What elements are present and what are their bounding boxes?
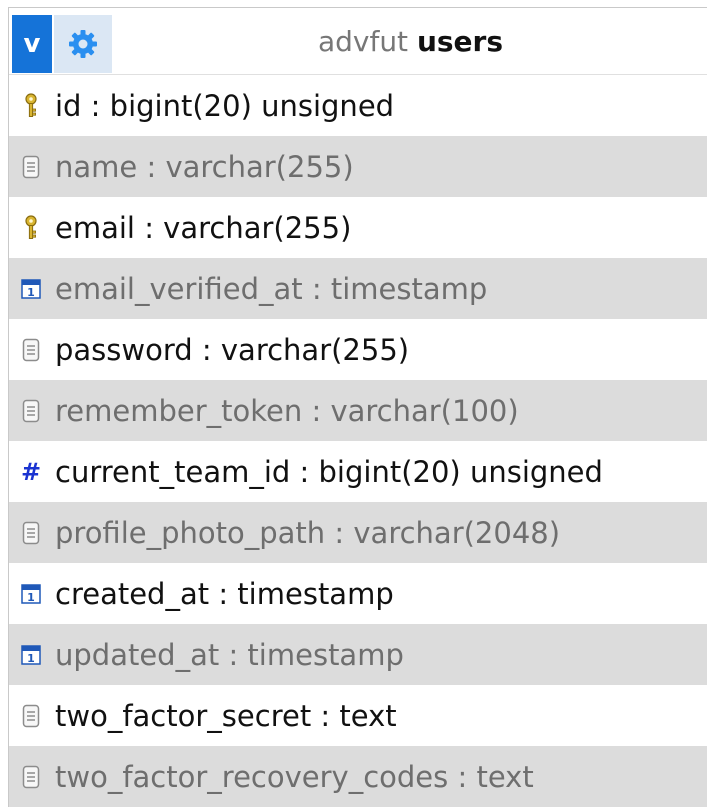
- column-row[interactable]: # current_team_id : bigint(20) unsigned: [9, 441, 707, 502]
- text-field-icon: [15, 518, 47, 548]
- column-label: name : varchar(255): [55, 149, 354, 184]
- column-label: two_factor_secret : text: [55, 698, 397, 733]
- table-card: v advfut users id : bigint(20) unsigned …: [8, 7, 707, 807]
- column-row[interactable]: two_factor_secret : text: [9, 685, 707, 746]
- column-row[interactable]: 1 email_verified_at : timestamp: [9, 258, 707, 319]
- column-label: updated_at : timestamp: [55, 637, 404, 672]
- table-header: v advfut users: [9, 8, 707, 75]
- column-label: email_verified_at : timestamp: [55, 271, 488, 306]
- column-label: profile_photo_path : varchar(2048): [55, 515, 561, 550]
- calendar-icon: 1: [15, 640, 47, 670]
- column-row[interactable]: email : varchar(255): [9, 197, 707, 258]
- text-field-icon: [15, 762, 47, 792]
- column-row[interactable]: name : varchar(255): [9, 136, 707, 197]
- column-label: two_factor_recovery_codes : text: [55, 759, 534, 794]
- settings-button[interactable]: [54, 15, 112, 73]
- column-row[interactable]: two_factor_recovery_codes : text: [9, 746, 707, 807]
- column-row[interactable]: id : bigint(20) unsigned: [9, 75, 707, 136]
- column-label: remember_token : varchar(100): [55, 393, 519, 428]
- column-row[interactable]: remember_token : varchar(100): [9, 380, 707, 441]
- view-button[interactable]: v: [12, 15, 52, 73]
- database-name: advfut: [317, 25, 409, 58]
- column-label: created_at : timestamp: [55, 576, 394, 611]
- column-label: current_team_id : bigint(20) unsigned: [55, 454, 603, 489]
- column-label: password : varchar(255): [55, 332, 410, 367]
- calendar-icon: 1: [15, 579, 47, 609]
- svg-text:1: 1: [27, 286, 35, 299]
- calendar-icon: 1: [15, 274, 47, 304]
- column-label: email : varchar(255): [55, 210, 352, 245]
- key-icon: [15, 91, 47, 121]
- text-field-icon: [15, 701, 47, 731]
- text-field-icon: [15, 335, 47, 365]
- hash-icon: #: [20, 457, 42, 486]
- text-field-icon: [15, 152, 47, 182]
- column-row[interactable]: 1 updated_at : timestamp: [9, 624, 707, 685]
- text-field-icon: [15, 396, 47, 426]
- column-row[interactable]: 1 created_at : timestamp: [9, 563, 707, 624]
- svg-text:1: 1: [27, 652, 35, 665]
- column-list: id : bigint(20) unsigned name : varchar(2…: [9, 75, 707, 807]
- column-row[interactable]: profile_photo_path : varchar(2048): [9, 502, 707, 563]
- column-row[interactable]: password : varchar(255): [9, 319, 707, 380]
- gear-icon: [69, 30, 97, 58]
- key-icon: [15, 213, 47, 243]
- table-title[interactable]: advfut users: [114, 22, 707, 62]
- svg-text:1: 1: [27, 591, 35, 604]
- column-label: id : bigint(20) unsigned: [55, 88, 395, 123]
- table-name: users: [416, 25, 504, 58]
